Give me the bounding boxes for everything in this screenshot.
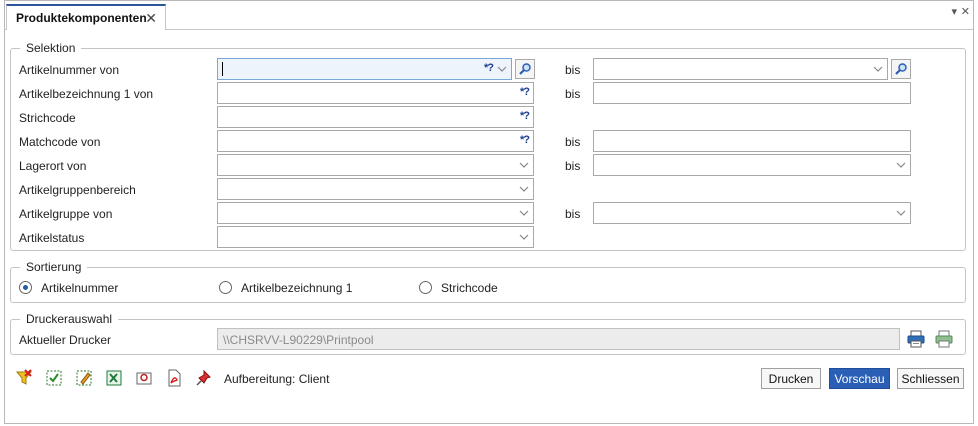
artikelgruppenbereich-label: Artikelgruppenbereich — [19, 183, 136, 197]
chevron-down-icon[interactable] — [873, 64, 883, 74]
artikelnummer-von-input[interactable]: *? — [217, 58, 512, 80]
sort-artikelnummer-radio[interactable] — [19, 281, 32, 294]
tab-produktekomponenten[interactable]: Produktekomponenten ✕ — [6, 4, 166, 30]
pin-button[interactable] — [193, 367, 215, 389]
artikelgruppe-bis-label: bis — [565, 207, 581, 221]
matchcode-von-input[interactable]: *? — [217, 130, 534, 152]
excel-icon — [106, 370, 122, 386]
artikelgruppe-bis-select[interactable] — [593, 202, 911, 224]
selektion-group: Selektion Artikelnummer von *? bis Artik… — [10, 41, 966, 251]
wildcard-icon: *? — [520, 86, 530, 98]
sortierung-group: Sortierung Artikelnummer Artikelbezeichn… — [10, 260, 966, 303]
chevron-down-icon[interactable] — [519, 208, 529, 218]
lagerort-bis-select[interactable] — [593, 154, 911, 176]
lagerort-bis-label: bis — [565, 159, 581, 173]
strichcode-label: Strichcode — [19, 111, 76, 125]
wildcard-icon: *? — [520, 134, 530, 146]
pdf-export-button[interactable] — [163, 367, 185, 389]
window-close-icon[interactable]: ✕ — [961, 5, 970, 18]
matchcode-bis-input[interactable] — [593, 130, 911, 152]
artikelnummer-von-search-button[interactable] — [515, 59, 535, 79]
artikelgruppe-von-label: Artikelgruppe von — [19, 207, 113, 221]
artikelbezeichnung-bis-label: bis — [565, 87, 581, 101]
artikelbezeichnung-von-input[interactable]: *? — [217, 82, 534, 104]
clear-filter-icon — [15, 369, 33, 385]
email-button[interactable] — [133, 367, 155, 389]
wildcard-icon: *? — [520, 110, 530, 122]
lagerort-von-label: Lagerort von — [19, 159, 87, 173]
vorschau-button[interactable]: Vorschau — [829, 368, 890, 389]
lagerort-von-select[interactable] — [217, 154, 534, 176]
sort-strichcode-radio[interactable] — [419, 281, 432, 294]
select-all-icon — [46, 370, 62, 386]
excel-export-button[interactable] — [103, 367, 125, 389]
sort-artikelnummer-label[interactable]: Artikelnummer — [41, 281, 118, 295]
artikelgruppe-von-select[interactable] — [217, 202, 534, 224]
tab-close-icon[interactable]: ✕ — [145, 10, 157, 27]
printer-select-button[interactable] — [905, 328, 927, 350]
select-all-button[interactable] — [43, 367, 65, 389]
edit-selection-button[interactable] — [73, 367, 95, 389]
chevron-down-icon[interactable] — [896, 208, 906, 218]
search-icon — [895, 63, 907, 75]
chevron-down-icon[interactable] — [497, 64, 507, 74]
tab-title: Produktekomponenten — [16, 11, 147, 25]
sort-strichcode-label[interactable]: Strichcode — [441, 281, 498, 295]
aktueller-drucker-label: Aktueller Drucker — [19, 333, 112, 347]
printer-settings-icon — [935, 330, 953, 348]
matchcode-von-label: Matchcode von — [19, 135, 101, 149]
artikelnummer-bis-label: bis — [565, 63, 581, 77]
email-icon — [136, 372, 152, 385]
artikelbezeichnung-von-label: Artikelbezeichnung 1 von — [19, 87, 154, 101]
strichcode-input[interactable]: *? — [217, 106, 534, 128]
schliessen-button[interactable]: Schliessen — [897, 368, 964, 389]
aufbereitung-label: Aufbereitung: Client — [224, 372, 330, 386]
edit-selection-icon — [76, 370, 92, 386]
chevron-down-icon[interactable] — [519, 160, 529, 170]
artikelbezeichnung-bis-input[interactable] — [593, 82, 911, 104]
search-icon — [519, 63, 531, 75]
drucken-button[interactable]: Drucken — [761, 368, 821, 389]
aktueller-drucker-input: \\CHSRVV-L90229\Printpool — [217, 328, 900, 350]
pin-icon — [196, 369, 211, 386]
report-window: Produktekomponenten ✕ ▾ ✕ Selektion Arti… — [4, 0, 974, 424]
sort-artikelbezeichnung-label[interactable]: Artikelbezeichnung 1 — [241, 281, 352, 295]
wildcard-icon: *? — [484, 62, 494, 74]
druckerauswahl-title: Druckerauswahl — [20, 312, 119, 326]
artikelgruppenbereich-select[interactable] — [217, 178, 534, 200]
matchcode-bis-label: bis — [565, 135, 581, 149]
tab-strip: Produktekomponenten ✕ ▾ ✕ — [5, 1, 973, 30]
artikelnummer-bis-input[interactable] — [593, 58, 888, 80]
text-caret — [222, 62, 223, 76]
pdf-icon — [168, 369, 181, 387]
sort-artikelbezeichnung-radio[interactable] — [219, 281, 232, 294]
printer-icon — [907, 330, 925, 348]
artikelstatus-label: Artikelstatus — [19, 231, 85, 245]
chevron-down-icon[interactable] — [519, 184, 529, 194]
selektion-title: Selektion — [20, 41, 82, 55]
chevron-down-icon[interactable] — [896, 160, 906, 170]
artikelstatus-select[interactable] — [217, 226, 534, 248]
window-menu-icon[interactable]: ▾ — [951, 5, 957, 18]
artikelnummer-von-label: Artikelnummer von — [19, 63, 120, 77]
druckerauswahl-group: Druckerauswahl Aktueller Drucker \\CHSRV… — [10, 312, 966, 355]
artikelnummer-bis-search-button[interactable] — [891, 59, 911, 79]
clear-filter-button[interactable] — [13, 367, 35, 389]
chevron-down-icon[interactable] — [519, 232, 529, 242]
sortierung-title: Sortierung — [20, 260, 88, 274]
printer-settings-button[interactable] — [933, 328, 955, 350]
aktueller-drucker-value: \\CHSRVV-L90229\Printpool — [223, 333, 374, 347]
